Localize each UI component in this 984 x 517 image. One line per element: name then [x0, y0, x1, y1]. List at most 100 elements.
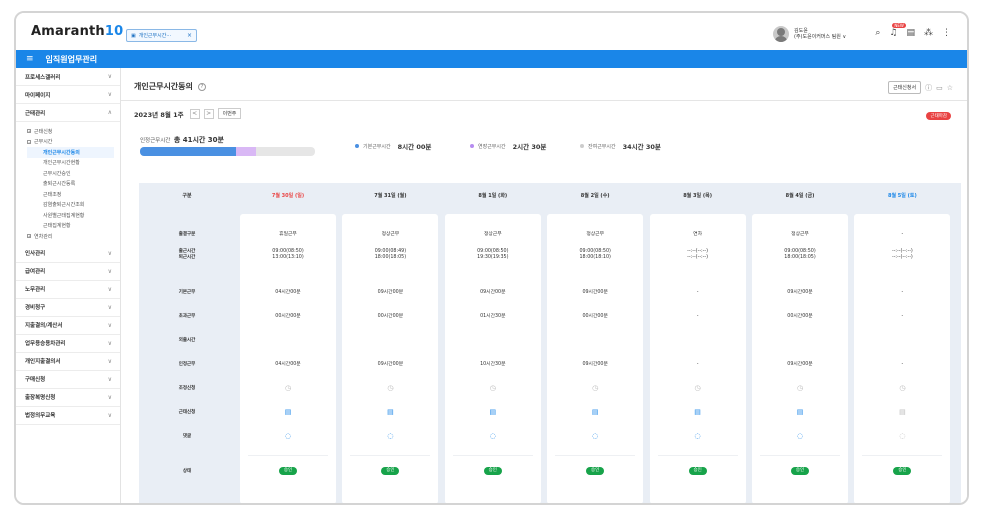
- sidebar-subitem-label: 감염출퇴근시간조회: [43, 202, 85, 209]
- sidebar-subitem[interactable]: 출퇴근시간등록: [27, 179, 120, 190]
- basic-work-time: 04시간00분: [275, 290, 301, 295]
- document-icon[interactable]: ▤: [854, 408, 950, 416]
- chat-bubble-icon[interactable]: ◌: [752, 432, 848, 440]
- clock-icon[interactable]: ◷: [650, 384, 746, 392]
- close-icon[interactable]: ×: [187, 32, 192, 39]
- chat-bubble-icon[interactable]: ◌: [240, 432, 336, 440]
- sidebar-menu-label: 지출결의/계산서: [25, 323, 63, 329]
- clock-icon[interactable]: ◷: [547, 384, 643, 392]
- menu-icon[interactable]: ≡: [26, 54, 34, 64]
- sidebar-menu[interactable]: 구매신청 ∨: [16, 371, 120, 389]
- this-week-button[interactable]: 이번주: [217, 108, 242, 119]
- sidebar-menu[interactable]: 업무용승용차관리 ∨: [16, 335, 120, 353]
- recognized-work-time: 04시간00분: [275, 362, 301, 367]
- chevron-icon: ∨: [107, 411, 112, 419]
- sidebar-subitem-label: 근무시간: [34, 139, 53, 146]
- day-column: 정상근무 09:00(08:49) 18:00(18:05) 09시간00분 00시간…: [342, 214, 439, 503]
- org-chart-icon[interactable]: ⁂: [924, 28, 933, 38]
- recognized-work-time: 10시간30분: [480, 362, 506, 367]
- sidebar-subitem[interactable]: 근태집계현황: [27, 221, 120, 232]
- chat-bubble-icon[interactable]: ◌: [650, 432, 746, 440]
- clock-icon[interactable]: ◷: [240, 384, 336, 392]
- star-icon[interactable]: ☆: [947, 84, 953, 92]
- document-icon[interactable]: ▤: [906, 28, 915, 38]
- sidebar-menu[interactable]: 마이페이지 ∨: [16, 86, 120, 104]
- chat-bubble-icon[interactable]: ◌: [342, 432, 438, 440]
- chat-bubble-icon[interactable]: ◌: [854, 432, 950, 440]
- sidebar-menu-label: 법정의무교육: [25, 413, 56, 419]
- search-icon[interactable]: ⌕: [875, 28, 880, 38]
- more-icon[interactable]: ⋮: [942, 28, 951, 38]
- document-icon[interactable]: ▤: [445, 408, 541, 416]
- document-icon[interactable]: ▤: [547, 408, 643, 416]
- expand-icon[interactable]: +: [27, 234, 31, 239]
- sidebar-subitem[interactable]: + 근태신청: [27, 126, 120, 137]
- sidebar-subitem[interactable]: 개인근무시간동의: [27, 147, 114, 158]
- column-header-date: 7월 31일 (월): [374, 193, 407, 199]
- row-label: 조정신청: [178, 386, 196, 391]
- row-label: 외출시간: [178, 338, 196, 343]
- column-header-date: 8월 2일 (수): [580, 193, 610, 199]
- clock-icon[interactable]: ◷: [752, 384, 848, 392]
- weekly-work-table: 구분 출결구분 출근시간 퇴근시간 기본근무 초과근무 외출시간 인정근무 조정신청 근태신청…: [139, 183, 961, 503]
- sidebar-menu-label: 노무관리: [25, 287, 46, 293]
- sidebar-submenu: + 근태신청 − 근무시간 개인근무시간동의 개인근무시간현황 근무시간승인 출퇴근시간등록 근…: [16, 122, 120, 245]
- sidebar-menu[interactable]: 출장복명신청 ∨: [16, 389, 120, 407]
- overtime: -: [696, 314, 699, 319]
- status-badge: 승인: [688, 467, 707, 475]
- overtime: 00시간00분: [582, 314, 608, 319]
- sidebar-menu[interactable]: 경비청구 ∨: [16, 299, 120, 317]
- legend-dot: [470, 144, 474, 148]
- sidebar-menu[interactable]: 근태관리 ∧: [16, 104, 120, 122]
- document-icon[interactable]: ▤: [752, 408, 848, 416]
- sidebar-subitem[interactable]: + 연차관리: [27, 231, 120, 242]
- status-badge: 승인: [791, 467, 809, 475]
- chevron-icon: ∨: [107, 285, 112, 293]
- app-logo[interactable]: Amaranth10: [31, 24, 123, 39]
- sidebar-subitem[interactable]: − 근무시간: [27, 137, 120, 148]
- recognized-work-time: 09시간00분: [787, 362, 813, 367]
- legend-dot: [580, 144, 584, 148]
- sidebar-menu[interactable]: 프로세스갤러리 ∨: [16, 68, 120, 86]
- overtime: 00시간00분: [377, 314, 404, 319]
- chat-bubble-icon[interactable]: ◌: [445, 432, 541, 440]
- sidebar-subitem[interactable]: 사원별근태집계현황: [27, 210, 120, 221]
- notification-icon[interactable]: ♫ NEW: [889, 23, 906, 38]
- attendance-type: 정상근무: [381, 232, 400, 237]
- attendance-request-button[interactable]: 근태신청서: [888, 81, 922, 94]
- collapse-icon[interactable]: −: [27, 139, 31, 144]
- legend-dot: [355, 144, 359, 148]
- sidebar-menu[interactable]: 개인지출결의서 ∨: [16, 353, 120, 371]
- user-profile[interactable]: 김도윤 (주)도윤이커머스 팀원 ∨: [773, 26, 846, 42]
- sidebar: 프로세스갤러리 ∨ 마이페이지 ∨ 근태관리 ∧ + 근태신청 − 근무시간 개인근무시간동의 개인근…: [16, 68, 121, 503]
- tab-personal-work-time[interactable]: ▣ 개인근무시간··· ×: [126, 29, 197, 42]
- sidebar-subitem[interactable]: 감염출퇴근시간조회: [27, 200, 120, 211]
- sidebar-menu[interactable]: 노무관리 ∨: [16, 281, 120, 299]
- sidebar-subitem[interactable]: 개인근무시간현황: [27, 158, 120, 169]
- clock-icon[interactable]: ◷: [445, 384, 541, 392]
- row-label: 인정근무: [178, 362, 196, 367]
- info-icon[interactable]: ⓘ: [925, 83, 932, 93]
- sidebar-menu[interactable]: 급여관리 ∨: [16, 263, 120, 281]
- overtime: 00시간00분: [787, 314, 813, 319]
- expand-icon[interactable]: +: [27, 129, 31, 134]
- sidebar-menu[interactable]: 법정의무교육 ∨: [16, 407, 120, 425]
- clock-icon[interactable]: ◷: [342, 384, 438, 392]
- sidebar-menu[interactable]: 지출결의/계산서 ∨: [16, 317, 120, 335]
- clock-icon[interactable]: ◷: [854, 384, 950, 392]
- chat-bubble-icon[interactable]: ◌: [547, 432, 643, 440]
- sidebar-subitem[interactable]: 근무시간승인: [27, 168, 120, 179]
- next-week-button[interactable]: >: [203, 108, 214, 119]
- sidebar-menu-label: 경비청구: [25, 305, 46, 311]
- document-icon[interactable]: ▤: [650, 408, 746, 416]
- sidebar-menu[interactable]: 인사관리 ∨: [16, 245, 120, 263]
- document-icon[interactable]: ▤: [240, 408, 336, 416]
- print-icon[interactable]: ▭: [936, 84, 943, 92]
- sidebar-subitem[interactable]: 근태조정: [27, 189, 120, 200]
- help-icon[interactable]: ?: [197, 82, 206, 91]
- recognized-work-time: -: [696, 362, 699, 367]
- prev-week-button[interactable]: <: [189, 108, 200, 119]
- document-icon[interactable]: ▤: [342, 408, 438, 416]
- recognized-work-time: 09시간00분: [582, 362, 608, 367]
- sidebar-subitem-label: 근무시간승인: [43, 170, 71, 177]
